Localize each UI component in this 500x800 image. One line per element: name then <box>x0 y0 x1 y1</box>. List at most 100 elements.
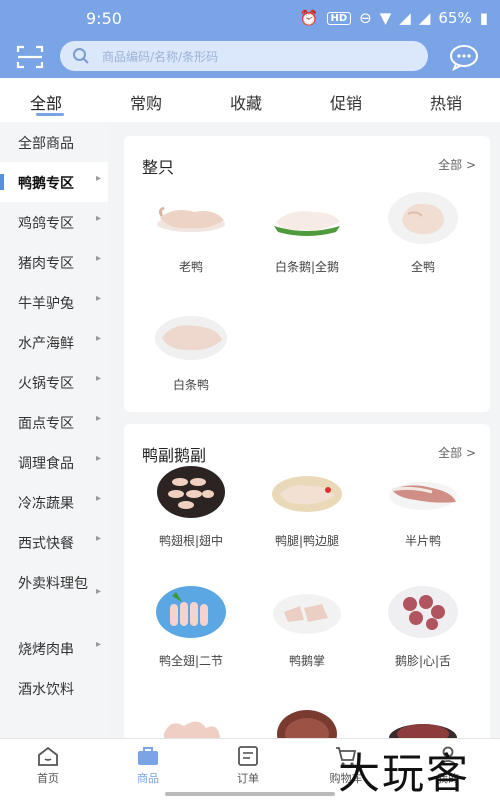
chevron-right-icon: ▸ <box>96 293 102 304</box>
sidebar-item-all-products[interactable]: 全部商品 <box>0 122 108 162</box>
product-item-partial[interactable] <box>136 704 246 738</box>
sidebar-item-label: 西式快餐 <box>18 536 74 552</box>
product-name: 半片鸭 <box>404 534 441 548</box>
nav-home[interactable]: 首页 <box>18 745 78 786</box>
dnd-icon: ⊖ <box>359 9 372 27</box>
product-name: 鸭鹅掌 <box>288 654 325 668</box>
product-item[interactable]: 鸭鹅掌 <box>252 584 362 674</box>
sidebar-item-frozen-produce[interactable]: 冷冻蔬果 ▸ <box>0 482 108 522</box>
product-item[interactable]: 鸭腿|鸭边腿 <box>252 464 362 554</box>
chevron-right-icon: ▸ <box>96 373 102 384</box>
product-item[interactable]: 白条鹅|全鹅 <box>252 190 362 280</box>
sidebar-item-chicken-pigeon[interactable]: 鸡鸽专区 ▸ <box>0 202 108 242</box>
chevron-right-icon: ▸ <box>96 333 102 344</box>
nav-label: 订单 <box>237 772 259 785</box>
product-item[interactable]: 鹅胗|心|舌 <box>368 584 478 674</box>
category-sidebar: 全部商品 鸭鹅专区 ▸ 鸡鸽专区 ▸ 猪肉专区 ▸ 牛羊驴兔 ▸ 水产海鲜 ▸ … <box>0 122 108 738</box>
chevron-right-icon: ▸ <box>96 413 102 424</box>
product-item[interactable]: 鸭翅根|翅中 <box>136 464 246 554</box>
sidebar-item-pork[interactable]: 猪肉专区 ▸ <box>0 242 108 282</box>
section-card-duck-goose-parts: 鸭副鹅副 全部 > 鸭翅根|翅中 鸭腿|鸭边腿 半片鸭 鸭全翅|二节 鸭鹅掌 鹅… <box>124 424 490 738</box>
chevron-right-icon: ▸ <box>96 533 102 544</box>
sidebar-item-label: 外卖料理包 <box>18 576 88 592</box>
section-title: 鸭副鹅副 <box>142 446 207 465</box>
search-input[interactable]: 商品编码/名称/条形码 <box>60 41 428 71</box>
sidebar-item-beef-lamb[interactable]: 牛羊驴兔 ▸ <box>0 282 108 322</box>
chevron-right-icon: ▸ <box>96 639 102 650</box>
nav-label: 首页 <box>37 772 59 785</box>
tab-hot[interactable]: 热销 <box>430 90 462 114</box>
sidebar-item-label: 酒水饮料 <box>18 682 74 698</box>
scan-icon[interactable] <box>16 44 44 70</box>
product-item-partial[interactable] <box>252 704 362 738</box>
sidebar-item-seafood[interactable]: 水产海鲜 ▸ <box>0 322 108 362</box>
tab-promotions[interactable]: 促销 <box>330 90 362 114</box>
hd-badge: HD <box>326 11 352 25</box>
signal-icon: ◢ <box>399 9 411 27</box>
sidebar-item-label: 水产海鲜 <box>18 336 74 352</box>
sidebar-item-label: 牛羊驴兔 <box>18 296 74 312</box>
product-item[interactable]: 半片鸭 <box>368 464 478 554</box>
battery-icon: ▮ <box>479 9 488 27</box>
sidebar-item-label: 调理食品 <box>18 456 74 472</box>
product-item[interactable]: 全鸭 <box>368 190 478 280</box>
nav-products[interactable]: 商品 <box>118 745 178 786</box>
product-image <box>155 316 227 360</box>
sidebar-item-bbq-skewers[interactable]: 烧烤肉串 ▸ <box>0 628 108 668</box>
status-bar: 9:50 ⏰ HD ⊖ ▼ ◢ ◢ 65% ▮ <box>0 0 500 36</box>
category-tabs: 全部 常购 收藏 促销 热销 <box>0 78 500 122</box>
product-name: 全鸭 <box>410 260 435 274</box>
orders-icon <box>238 746 258 766</box>
message-icon[interactable] <box>448 43 480 71</box>
sidebar-item-label: 鸡鸽专区 <box>18 216 74 232</box>
sidebar-item-label: 烧烤肉串 <box>18 642 74 658</box>
section-card-whole: 整只 全部 > 老鸭 白条鹅|全鹅 全鸭 白条鸭 <box>124 136 490 412</box>
sidebar-item-label: 鸭鹅专区 <box>18 176 74 192</box>
status-time: 9:50 <box>86 9 122 28</box>
home-indicator[interactable] <box>165 792 335 796</box>
section-view-all-link[interactable]: 全部 > <box>438 156 476 173</box>
product-image <box>156 586 226 638</box>
tab-frequent[interactable]: 常购 <box>130 90 162 114</box>
chevron-right-icon: ▸ <box>96 493 102 504</box>
product-item[interactable]: 鸭全翅|二节 <box>136 584 246 674</box>
sidebar-item-prepared-food[interactable]: 调理食品 ▸ <box>0 442 108 482</box>
section-title: 整只 <box>142 158 175 177</box>
chevron-right-icon: ▸ <box>96 453 102 464</box>
product-image <box>273 594 341 634</box>
section-view-all-link[interactable]: 全部 > <box>438 444 476 461</box>
product-item[interactable]: 白条鸭 <box>136 308 246 398</box>
product-image <box>272 476 342 512</box>
nav-orders[interactable]: 订单 <box>218 745 278 786</box>
sidebar-item-takeout-packs[interactable]: 外卖料理包 ▸ <box>0 568 108 624</box>
product-name: 鸭腿|鸭边腿 <box>274 534 340 548</box>
product-image <box>157 206 225 232</box>
sidebar-item-pastry[interactable]: 面点专区 ▸ <box>0 402 108 442</box>
sidebar-item-drinks[interactable]: 酒水饮料 <box>0 668 108 708</box>
product-name: 白条鸭 <box>172 378 209 392</box>
search-icon <box>73 48 89 64</box>
product-image <box>388 586 458 638</box>
tab-all[interactable]: 全部 <box>30 90 62 114</box>
sidebar-item-label: 火锅专区 <box>18 376 74 392</box>
alarm-icon: ⏰ <box>299 9 319 27</box>
product-list: 整只 全部 > 老鸭 白条鹅|全鹅 全鸭 白条鸭 鸭副鹅副 全部 > 鸭翅根|翅… <box>108 122 500 738</box>
home-icon <box>38 746 58 766</box>
chevron-right-icon: ▸ <box>96 253 102 264</box>
sidebar-item-label: 猪肉专区 <box>18 256 74 272</box>
product-image <box>274 211 340 236</box>
product-image <box>388 192 458 244</box>
product-item-partial[interactable] <box>368 704 478 738</box>
sidebar-item-duck-goose[interactable]: 鸭鹅专区 ▸ <box>0 162 108 202</box>
tab-favorites[interactable]: 收藏 <box>230 90 262 114</box>
watermark-logo: 大玩客 <box>338 749 471 798</box>
product-name: 鸭翅根|翅中 <box>158 534 224 548</box>
sidebar-item-western-fastfood[interactable]: 西式快餐 ▸ <box>0 522 108 562</box>
product-item[interactable]: 老鸭 <box>136 190 246 280</box>
products-icon <box>138 747 158 765</box>
tab-active-indicator <box>36 113 64 116</box>
nav-label: 商品 <box>137 772 159 785</box>
chevron-right-icon: ▸ <box>96 586 102 597</box>
search-placeholder: 商品编码/名称/条形码 <box>102 50 219 64</box>
sidebar-item-hotpot[interactable]: 火锅专区 ▸ <box>0 362 108 402</box>
